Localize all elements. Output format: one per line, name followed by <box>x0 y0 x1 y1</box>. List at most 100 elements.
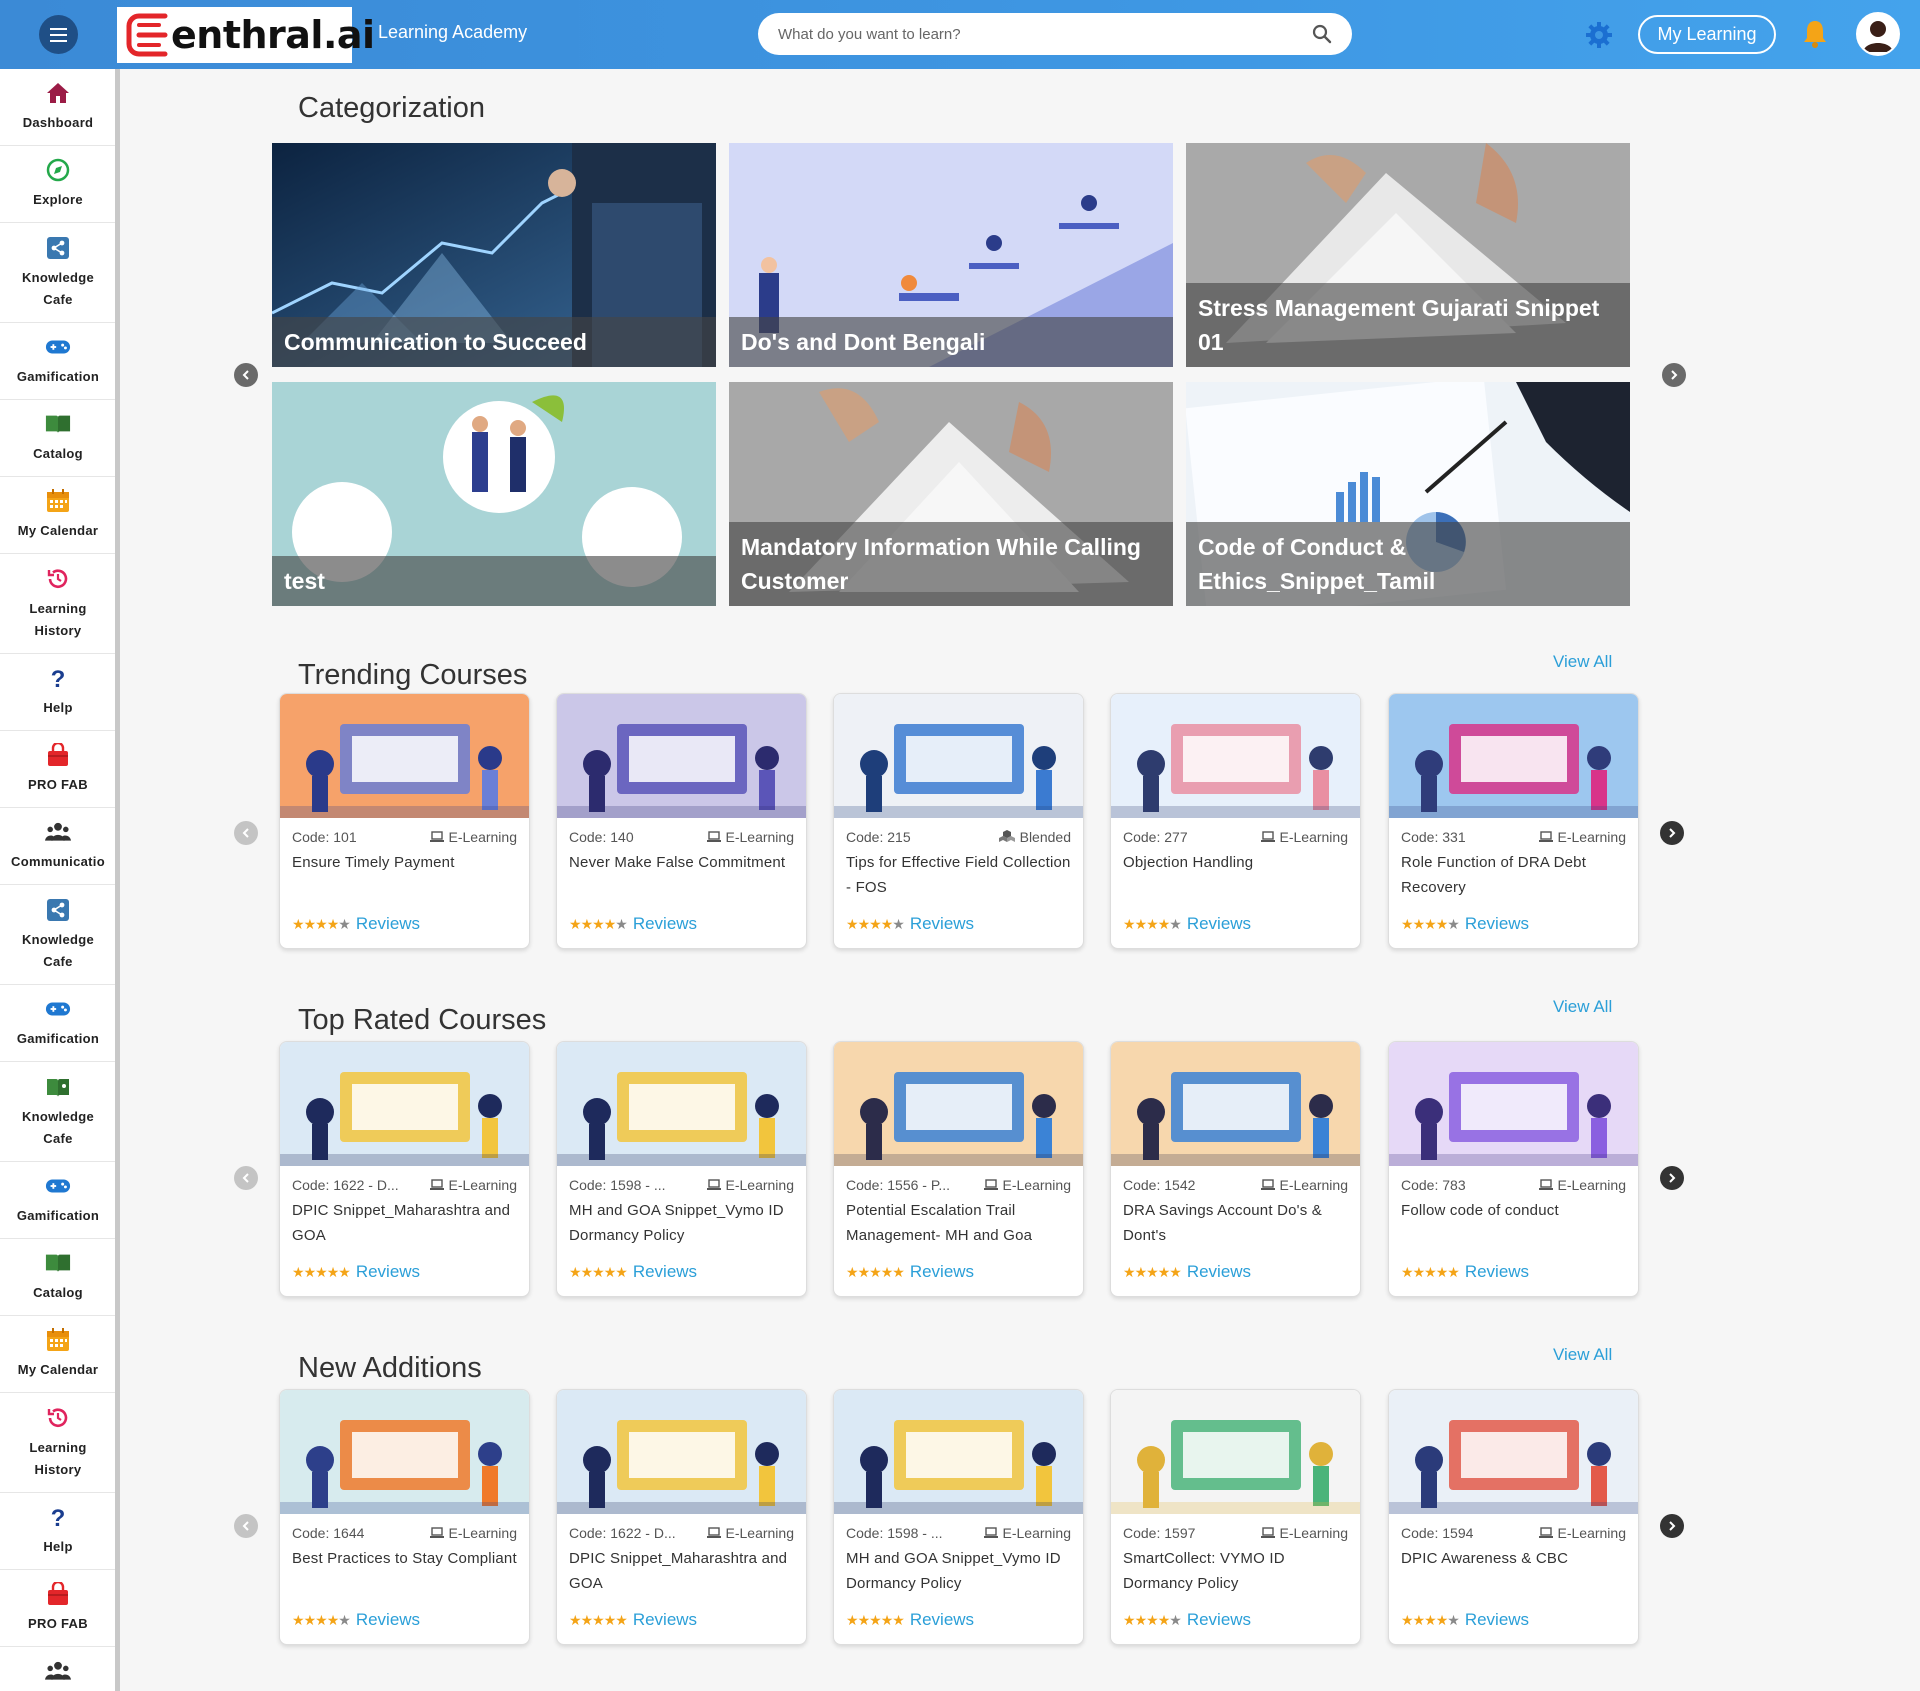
view-all-link-new-additions[interactable]: View All <box>1553 1345 1612 1365</box>
sidebar-item-catalog[interactable]: Catalog <box>0 400 116 477</box>
course-meta: Code: 1542 E-Learning <box>1111 1166 1360 1194</box>
reviews-link[interactable]: Reviews <box>1465 914 1529 934</box>
reviews-link[interactable]: Reviews <box>1187 1610 1251 1630</box>
brand-logo[interactable]: enthral.ai <box>117 7 375 63</box>
section-title-top-rated-courses: Top Rated Courses <box>298 1004 547 1036</box>
reviews-link[interactable]: Reviews <box>910 1262 974 1282</box>
course-thumbnail <box>280 694 529 818</box>
reviews-link[interactable]: Reviews <box>633 1262 697 1282</box>
notification-bell-icon[interactable] <box>1800 18 1830 50</box>
sidebar-item-communicatio[interactable]: Communicatio <box>0 1647 116 1691</box>
bag-icon <box>45 1581 71 1607</box>
reviews-link[interactable]: Reviews <box>633 1610 697 1630</box>
course-rating: ★★★★★ Reviews <box>569 1262 697 1282</box>
course-code: Code: 1597 <box>1123 1525 1196 1541</box>
sidebar-item-my-calendar[interactable]: My Calendar <box>0 1316 116 1393</box>
course-card[interactable]: Code: 1594 E-Learning DPIC Awareness & CBC… <box>1388 1389 1639 1645</box>
course-card[interactable]: Code: 783 E-Learning Follow code of conduc… <box>1388 1041 1639 1297</box>
sidebar-item-help[interactable]: ? Help <box>0 1493 116 1570</box>
reviews-link[interactable]: Reviews <box>633 914 697 934</box>
course-meta: Code: 1644 E-Learning <box>280 1514 529 1542</box>
reviews-link[interactable]: Reviews <box>356 914 420 934</box>
laptop-icon <box>429 1177 444 1193</box>
course-code: Code: 1598 - ... <box>846 1525 943 1541</box>
category-tile[interactable]: Stress Management Gujarati Snippet 01 <box>1186 143 1630 367</box>
course-card[interactable]: Code: 1598 - ... E-Learning MH and GOA Sni… <box>833 1389 1084 1645</box>
sidebar-item-catalog[interactable]: Catalog <box>0 1239 116 1316</box>
search-input[interactable] <box>778 25 1312 43</box>
reviews-link[interactable]: Reviews <box>1465 1262 1529 1282</box>
carousel-prev-arrow[interactable] <box>234 821 258 845</box>
category-tile[interactable]: test <box>272 382 716 606</box>
sidebar-item-pro-fab[interactable]: PRO FAB <box>0 1570 116 1647</box>
settings-gear-icon[interactable] <box>1584 20 1614 50</box>
course-meta: Code: 331 E-Learning <box>1389 818 1638 846</box>
course-card[interactable]: Code: 101 E-Learning Ensure Timely Payment… <box>279 693 530 949</box>
course-type-label: E-Learning <box>1279 829 1349 845</box>
my-learning-button[interactable]: My Learning <box>1638 15 1776 54</box>
sidebar-item-communicatio[interactable]: Communicatio <box>0 808 116 885</box>
sidebar-item-knowledge-cafe[interactable]: Knowledge Cafe <box>0 223 116 323</box>
course-title: Best Practices to Stay Compliant <box>292 1550 517 1567</box>
sidebar-item-gamification[interactable]: Gamification <box>0 1162 116 1239</box>
sidebar-item-dashboard[interactable]: Dashboard <box>0 69 116 146</box>
course-card[interactable]: Code: 1556 - P... E-Learning Potential Esc… <box>833 1041 1084 1297</box>
categorization-prev-arrow[interactable] <box>234 363 258 387</box>
reviews-link[interactable]: Reviews <box>910 914 974 934</box>
course-code: Code: 1644 <box>292 1525 365 1541</box>
sidebar-item-knowledge-cafe[interactable]: Knowledge Cafe <box>0 885 116 985</box>
sidebar-item-learning-history[interactable]: Learning History <box>0 554 116 654</box>
sidebar-item-explore[interactable]: Explore <box>0 146 116 223</box>
course-card[interactable]: Code: 140 E-Learning Never Make False Comm… <box>556 693 807 949</box>
category-tile[interactable]: Code of Conduct & Ethics_Snippet_Tamil <box>1186 382 1630 606</box>
reviews-link[interactable]: Reviews <box>356 1262 420 1282</box>
sidebar-item-gamification[interactable]: Gamification <box>0 985 116 1062</box>
sidebar-item-my-calendar[interactable]: My Calendar <box>0 477 116 554</box>
star-rating-icon: ★★★★★ <box>846 1263 905 1280</box>
course-card[interactable]: Code: 215 Blended Tips for Effective Field… <box>833 693 1084 949</box>
sidebar-scrollbar[interactable] <box>115 69 120 1691</box>
category-tile[interactable]: Communication to Succeed <box>272 143 716 367</box>
course-code: Code: 215 <box>846 829 911 845</box>
search-icon[interactable] <box>1312 24 1332 44</box>
sidebar-item-learning-history[interactable]: Learning History <box>0 1393 116 1493</box>
sidebar-item-help[interactable]: ? Help <box>0 654 116 731</box>
sidebar-item-pro-fab[interactable]: PRO FAB <box>0 731 116 808</box>
course-title: Tips for Effective Field Collection - FO… <box>846 854 1071 896</box>
category-tile[interactable]: Do's and Dont Bengali <box>729 143 1173 367</box>
course-type: E-Learning <box>706 829 794 845</box>
view-all-link-trending-courses[interactable]: View All <box>1553 652 1612 672</box>
carousel-next-arrow[interactable] <box>1660 1166 1684 1190</box>
course-card[interactable]: Code: 1542 E-Learning DRA Savings Account … <box>1110 1041 1361 1297</box>
hamburger-menu-button[interactable] <box>39 15 78 54</box>
course-card[interactable]: Code: 277 E-Learning Objection Handling ★★★… <box>1110 693 1361 949</box>
sidebar-item-gamification[interactable]: Gamification <box>0 323 116 400</box>
course-type: E-Learning <box>983 1177 1071 1193</box>
category-caption: Communication to Succeed <box>272 317 716 367</box>
view-all-link-top-rated-courses[interactable]: View All <box>1553 997 1612 1017</box>
reviews-link[interactable]: Reviews <box>1187 914 1251 934</box>
section-title-trending-courses: Trending Courses <box>298 659 528 691</box>
category-caption: test <box>272 556 716 606</box>
course-type-label: E-Learning <box>725 1177 795 1193</box>
reviews-link[interactable]: Reviews <box>910 1610 974 1630</box>
carousel-prev-arrow[interactable] <box>234 1166 258 1190</box>
carousel-prev-arrow[interactable] <box>234 1514 258 1538</box>
course-card[interactable]: Code: 1644 E-Learning Best Practices to St… <box>279 1389 530 1645</box>
course-card[interactable]: Code: 331 E-Learning Role Function of DRA … <box>1388 693 1639 949</box>
carousel-next-arrow[interactable] <box>1660 821 1684 845</box>
reviews-link[interactable]: Reviews <box>1187 1262 1251 1282</box>
carousel-next-arrow[interactable] <box>1660 1514 1684 1538</box>
star-rating-icon: ★★★★★ <box>1123 915 1182 932</box>
categorization-next-arrow[interactable] <box>1662 363 1686 387</box>
course-card[interactable]: Code: 1622 - D... E-Learning DPIC Snippet_… <box>279 1041 530 1297</box>
user-avatar[interactable] <box>1856 12 1900 56</box>
course-card[interactable]: Code: 1598 - ... E-Learning MH and GOA Sni… <box>556 1041 807 1297</box>
category-tile[interactable]: Mandatory Information While Calling Cust… <box>729 382 1173 606</box>
reviews-link[interactable]: Reviews <box>1465 1610 1529 1630</box>
sidebar-item-knowledge-cafe[interactable]: Knowledge Cafe <box>0 1062 116 1162</box>
course-card[interactable]: Code: 1622 - D... E-Learning DPIC Snippet_… <box>556 1389 807 1645</box>
course-card[interactable]: Code: 1597 E-Learning SmartCollect: VYMO I… <box>1110 1389 1361 1645</box>
history-icon <box>45 1405 71 1431</box>
reviews-link[interactable]: Reviews <box>356 1610 420 1630</box>
